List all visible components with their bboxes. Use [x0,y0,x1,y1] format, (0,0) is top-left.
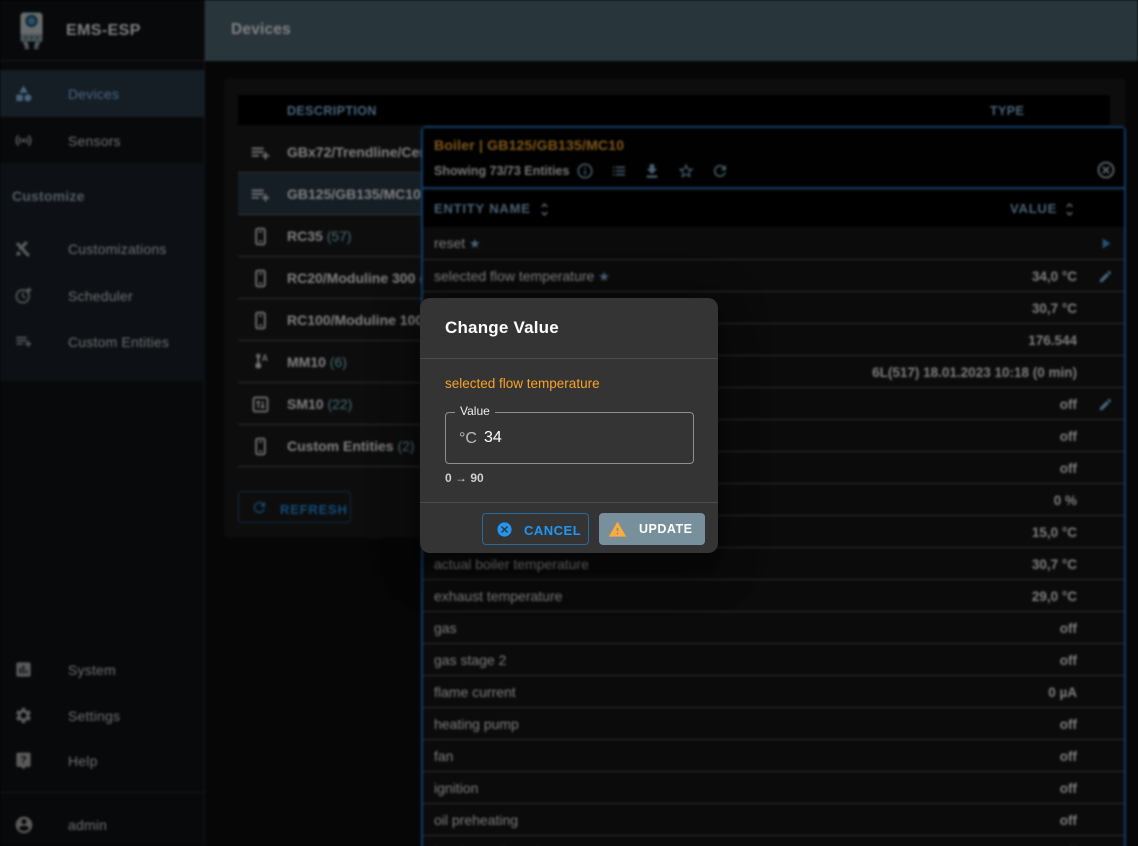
svg-text:A: A [262,353,269,363]
svg-text:?: ? [20,755,26,766]
